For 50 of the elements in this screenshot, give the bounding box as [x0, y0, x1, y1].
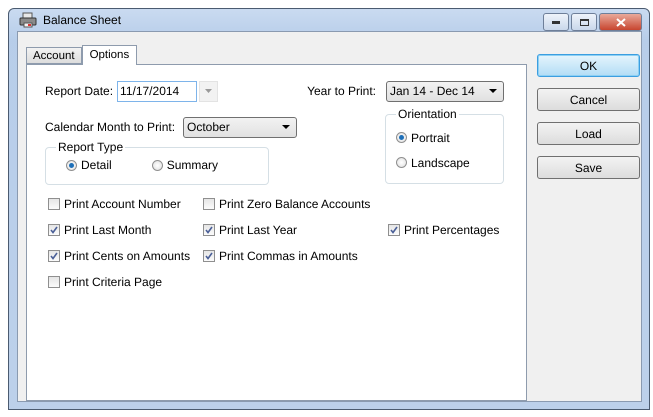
group-title: Orientation [397, 107, 458, 121]
radio-button[interactable] [152, 160, 163, 170]
radio-label: Detail [81, 158, 112, 172]
field-label: Report Date: [45, 84, 114, 98]
checkbox-label: Print Last Month [64, 223, 152, 237]
dialog-button[interactable]: OK [537, 54, 640, 77]
dropdown-caret-icon [489, 89, 497, 93]
minimize-button[interactable] [543, 13, 569, 31]
month-dropdown[interactable]: October [183, 116, 297, 138]
tab[interactable]: Options [82, 45, 138, 65]
year-dropdown[interactable]: Jan 14 - Dec 14 [386, 80, 504, 102]
radio-label: Summary [166, 158, 218, 172]
checkbox[interactable] [203, 198, 215, 210]
checkbox-label: Print Percentages [404, 223, 500, 237]
checkbox-label: Print Zero Balance Accounts [219, 197, 370, 211]
field-label: Calendar Month to Print: [45, 120, 176, 134]
checkbox-label: Print Commas in Amounts [219, 249, 358, 263]
checkbox-label: Print Account Number [64, 197, 181, 211]
date-field[interactable]: 11/17/2014 [117, 80, 198, 102]
close-icon [616, 18, 626, 26]
maximize-button[interactable] [571, 13, 597, 31]
dropdown-caret-icon [205, 89, 212, 93]
printer-icon [19, 12, 37, 28]
checkbox[interactable] [48, 250, 60, 262]
date-dropdown-button[interactable] [199, 80, 218, 102]
checkbox[interactable] [48, 224, 60, 236]
checkbox-label: Print Last Year [219, 223, 298, 237]
tab[interactable]: Account [26, 47, 82, 64]
checkbox-label: Print Criteria Page [64, 275, 162, 289]
radio-label: Portrait [411, 130, 450, 144]
radio-button[interactable] [396, 132, 407, 143]
group-title: Report Type [57, 140, 124, 154]
radio-button[interactable] [396, 157, 407, 168]
checkbox[interactable] [48, 276, 60, 288]
radio-button[interactable] [66, 160, 77, 170]
checkbox[interactable] [388, 224, 400, 236]
maximize-icon [580, 18, 588, 26]
field-label: Year to Print: [307, 84, 376, 98]
minimize-icon [552, 20, 560, 24]
dialog-button[interactable]: Cancel [537, 88, 640, 111]
window-title: Balance Sheet [43, 13, 122, 27]
close-button[interactable] [599, 13, 642, 31]
checkbox-label: Print Cents on Amounts [64, 249, 190, 263]
dialog-button[interactable]: Load [537, 122, 640, 145]
checkbox[interactable] [48, 198, 60, 210]
radio-label: Landscape [411, 156, 470, 170]
dialog-button[interactable]: Save [537, 156, 640, 179]
checkbox[interactable] [203, 224, 215, 236]
checkbox[interactable] [203, 250, 215, 262]
dropdown-caret-icon [282, 125, 290, 129]
